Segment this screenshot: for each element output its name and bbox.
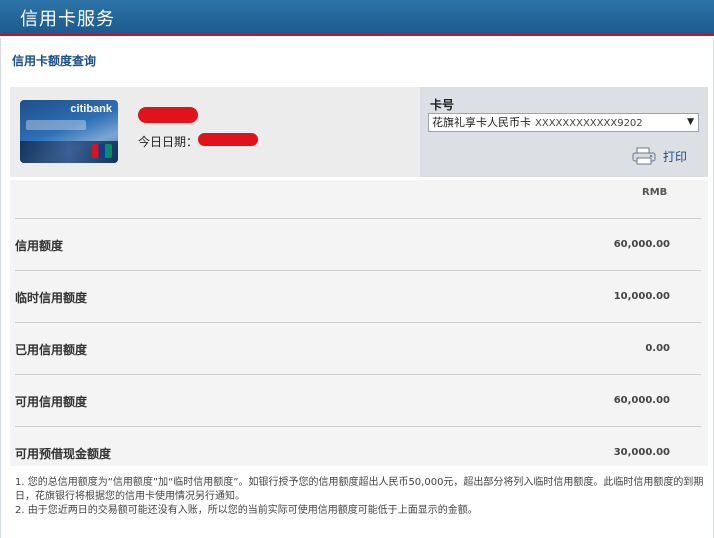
row-value-used-limit: 0.00 [645,343,670,354]
print-label: 打印 [663,149,688,164]
card-select-name: 花旗礼享卡人民币卡 [432,116,531,129]
row-value-credit-limit: 60,000.00 [613,239,670,250]
row-label-available-limit: 可用信用额度 [15,395,88,409]
table-divider [15,218,701,219]
row-label-credit-limit: 信用额度 [15,239,64,253]
card-number-select[interactable]: 花旗礼享卡人民币卡 XXXXXXXXXXXX9202 ▼ [428,113,699,132]
row-label-temporary-limit: 临时信用额度 [15,291,88,305]
footnote-2: 2. 由于您近两日的交易额可能还没有入账，所以您的当前实际可使用信用额度可能低于… [15,505,478,516]
row-label-cash-advance-limit: 可用预借现金额度 [15,447,112,461]
unionpay-logo-icon [92,144,112,158]
row-value-available-limit: 60,000.00 [613,395,670,406]
table-divider [15,270,701,271]
footnote-1: 1. 您的总信用额度为“信用额度”加“临时信用额度”。如银行授予您的信用额度超出… [15,477,704,502]
redacted-cardholder-name [138,107,198,123]
table-divider [15,322,701,323]
credit-limit-table [10,180,708,466]
dropdown-arrow-icon: ▼ [687,117,694,127]
card-number-label: 卡号 [430,98,455,112]
card-decoration [26,120,86,130]
redacted-today-date [198,133,258,146]
row-value-temporary-limit: 10,000.00 [613,291,670,302]
card-brand-logo: citibank [70,103,112,115]
credit-card-image: citibank [20,100,118,163]
row-value-cash-advance-limit: 30,000.00 [613,447,670,458]
table-divider [15,426,701,427]
header-bar: 信用卡服务 [0,0,714,36]
currency-header: RMB [642,187,668,198]
page-header-title: 信用卡服务 [20,9,115,30]
today-date-label: 今日日期： [138,135,199,149]
section-title: 信用卡额度查询 [12,54,97,68]
printer-icon [631,147,657,165]
row-label-used-limit: 已用信用额度 [15,343,88,357]
card-select-number: XXXXXXXXXXXX9202 [535,118,643,129]
table-divider [15,374,701,375]
print-button[interactable]: 打印 [631,146,687,166]
footnotes: 1. 您的总信用额度为“信用额度”加“临时信用额度”。如银行授予您的信用额度超出… [15,476,705,518]
